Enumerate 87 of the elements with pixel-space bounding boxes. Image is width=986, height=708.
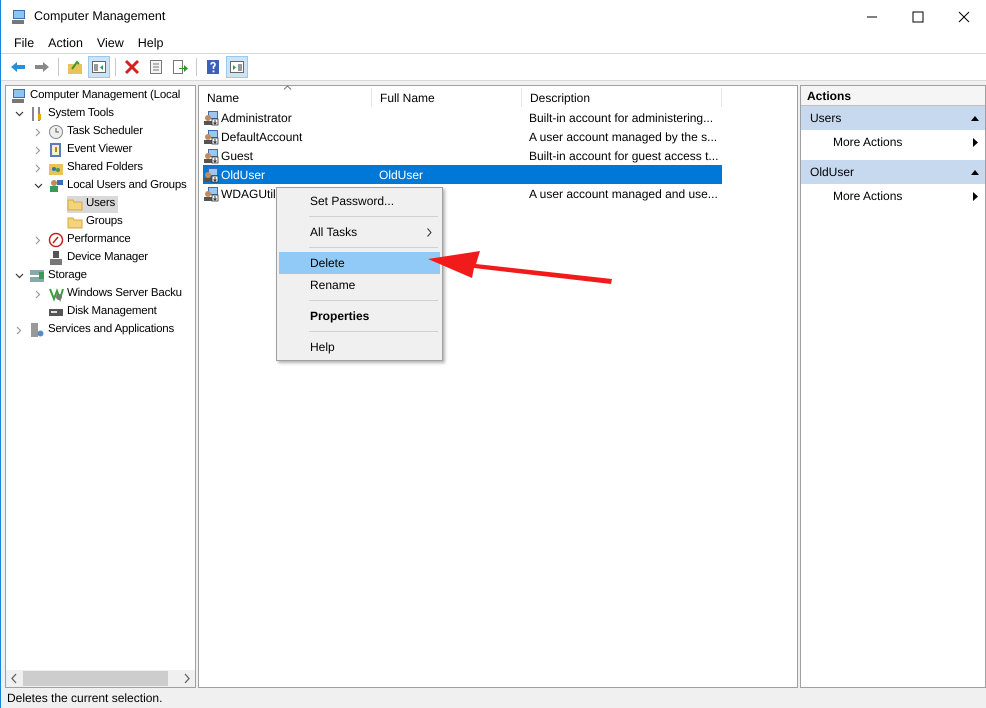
log-book-icon: [48, 142, 64, 158]
tree-item[interactable]: Users: [67, 196, 118, 212]
menu-item[interactable]: Help: [130, 34, 170, 52]
users-icon: [48, 178, 64, 194]
clock-icon: [48, 124, 64, 140]
column-header[interactable]: Name: [199, 88, 372, 107]
tree-item[interactable]: Windows Server Backu: [48, 286, 185, 302]
action-link[interactable]: More Actions: [801, 130, 985, 154]
user-icon: [203, 166, 219, 182]
user-icon: [203, 186, 219, 202]
horizontal-scrollbar[interactable]: [6, 670, 195, 687]
help-icon: [205, 59, 221, 75]
user-name: OldUser: [221, 166, 266, 184]
tree-item[interactable]: Local Users and Groups: [48, 178, 190, 194]
toolbar-button[interactable]: [226, 56, 248, 78]
description: A user account managed and use...: [529, 186, 718, 200]
computer-management-icon: [11, 8, 27, 24]
menu-item[interactable]: Action: [41, 34, 90, 52]
tree-item[interactable]: Services and Applications: [29, 322, 178, 338]
export-icon: [172, 59, 188, 75]
tree-item[interactable]: System Tools: [29, 106, 117, 122]
storage-icon: [29, 268, 45, 284]
tree-item[interactable]: Task Scheduler: [48, 124, 146, 140]
action-group-header[interactable]: OldUser: [801, 160, 985, 184]
toolbar-button[interactable]: [88, 56, 110, 78]
scrollbar-thumb[interactable]: [23, 671, 168, 686]
chevron-down-icon[interactable]: [34, 183, 42, 189]
menu-item[interactable]: Rename: [279, 274, 440, 296]
tree-item[interactable]: Performance: [48, 232, 134, 248]
sort-caret-icon: [283, 85, 292, 90]
collapse-triangle-icon: [971, 170, 979, 174]
chevron-right-icon[interactable]: [35, 236, 41, 244]
chevron-down-icon[interactable]: [14, 273, 24, 279]
user-name: Guest: [221, 148, 254, 164]
device-icon: [48, 250, 64, 266]
chevron-right-icon[interactable]: [35, 290, 41, 298]
forward-arrow-icon: [34, 59, 50, 75]
description: Built-in account for administering...: [529, 110, 714, 124]
chevron-right-icon[interactable]: [35, 164, 41, 172]
gauge-icon: [48, 232, 64, 248]
folder-up-icon: [67, 59, 83, 75]
action-link[interactable]: More Actions: [801, 184, 985, 208]
status-text: Deletes the current selection.: [7, 690, 162, 707]
selected-row[interactable]: OldUser OldUser: [203, 165, 722, 184]
computer-icon: [11, 88, 27, 104]
chevron-down-icon[interactable]: [14, 111, 24, 117]
menu-item[interactable]: Set Password...: [279, 190, 440, 212]
tree-item[interactable]: Shared Folders: [48, 160, 146, 176]
collapse-triangle-icon: [971, 116, 979, 120]
close-icon[interactable]: [958, 10, 970, 22]
user-icon: [203, 148, 219, 164]
user-icon: [203, 128, 219, 144]
window-title: Computer Management: [34, 8, 166, 26]
full-name: OldUser: [379, 168, 424, 182]
menu-item[interactable]: Delete: [279, 252, 440, 274]
column-header[interactable]: Full Name: [372, 88, 522, 107]
tree-item[interactable]: Groups: [67, 214, 126, 230]
menu-item[interactable]: Properties: [279, 305, 440, 327]
menu-item[interactable]: View: [90, 34, 131, 52]
user-icon: [203, 110, 219, 126]
chevron-right-icon[interactable]: [16, 326, 22, 334]
tree-item[interactable]: Device Manager: [48, 250, 151, 266]
tree-item[interactable]: Computer Management (Local: [11, 88, 184, 104]
pane-icon: [91, 59, 107, 75]
description: A user account managed by the s...: [529, 130, 718, 144]
tree-item[interactable]: Event Viewer: [48, 142, 136, 158]
delete-x-icon: [124, 59, 140, 75]
menu-item[interactable]: File: [7, 34, 42, 52]
maximize-icon[interactable]: [912, 10, 924, 22]
properties-icon: [148, 59, 164, 75]
back-arrow-icon: [10, 59, 26, 75]
chevron-right-icon[interactable]: [35, 128, 41, 136]
user-name: Administrator: [221, 110, 292, 126]
user-name: DefaultAccount: [221, 128, 302, 146]
tree-item[interactable]: Storage: [29, 268, 90, 284]
column-header[interactable]: Description: [522, 88, 722, 107]
menu-item[interactable]: Help: [279, 336, 440, 358]
submenu-triangle-icon: [973, 138, 978, 146]
actions-header: Actions: [801, 86, 985, 106]
tree-item[interactable]: Disk Management: [48, 304, 160, 320]
action-group-header[interactable]: Users: [801, 106, 985, 130]
chevron-right-icon[interactable]: [35, 146, 41, 154]
menu-item[interactable]: All Tasks: [279, 221, 440, 243]
description: Built-in account for guest access t...: [529, 148, 718, 162]
user-name: WDAGUtil: [221, 186, 276, 202]
submenu-triangle-icon: [973, 192, 978, 200]
pane-icon: [229, 59, 245, 75]
